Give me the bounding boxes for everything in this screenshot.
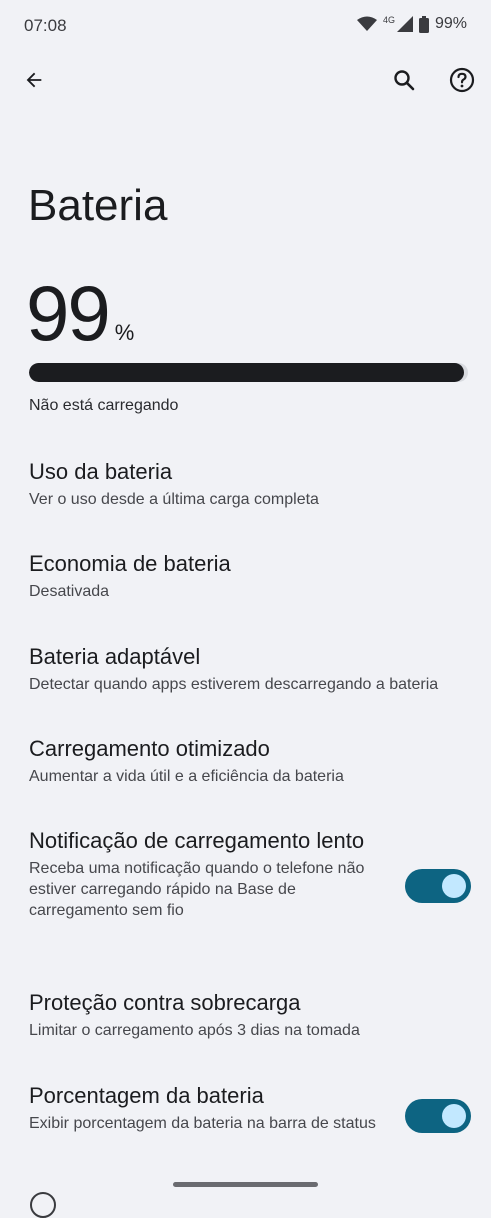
page-title: Bateria <box>28 181 168 230</box>
setting-battery-usage[interactable]: Uso da bateria Ver o uso desde a última … <box>29 457 471 510</box>
gesture-nav-handle[interactable] <box>173 1182 318 1187</box>
setting-title: Economia de bateria <box>29 551 231 576</box>
search-icon <box>392 68 416 97</box>
setting-overcharge-protection[interactable]: Proteção contra sobrecarga Limitar o car… <box>29 988 471 1041</box>
charge-status: Não está carregando <box>29 397 179 414</box>
battery-icon <box>418 15 429 33</box>
cell-signal-icon <box>396 16 413 32</box>
setting-subtitle: Ver o uso desde a última carga completa <box>29 491 319 508</box>
status-bar: 07:08 4G 99% <box>0 0 491 54</box>
help-icon <box>449 67 475 98</box>
battery-level-fill <box>29 363 464 382</box>
toggle-thumb <box>442 874 466 898</box>
setting-battery-saver[interactable]: Economia de bateria Desativada <box>29 549 471 602</box>
setting-title: Carregamento otimizado <box>29 736 270 761</box>
back-button[interactable] <box>12 60 56 104</box>
help-button[interactable] <box>440 60 484 104</box>
battery-percent-value: 99 <box>26 269 111 357</box>
setting-subtitle: Detectar quando apps estiverem descarreg… <box>29 676 439 693</box>
setting-title: Uso da bateria <box>29 459 173 484</box>
partial-info-icon <box>30 1192 56 1218</box>
setting-battery-percentage[interactable]: Porcentagem da bateria Exibir porcentage… <box>29 1081 471 1134</box>
status-time: 07:08 <box>24 16 67 35</box>
slow-charging-toggle[interactable] <box>405 869 471 903</box>
setting-title: Bateria adaptável <box>29 644 201 669</box>
battery-percentage: 99 % <box>26 274 134 352</box>
setting-subtitle: Aumentar a vida útil e a eficiência da b… <box>29 768 344 785</box>
setting-optimized-charging[interactable]: Carregamento otimizado Aumentar a vida ú… <box>29 734 471 787</box>
setting-subtitle: Exibir porcentagem da bateria na barra d… <box>29 1115 376 1132</box>
battery-percent-sign: % <box>114 320 135 345</box>
setting-subtitle: Limitar o carregamento após 3 dias na to… <box>29 1022 360 1039</box>
setting-adaptive-battery[interactable]: Bateria adaptável Detectar quando apps e… <box>29 642 471 695</box>
setting-slow-charging-notification[interactable]: Notificação de carregamento lento Receba… <box>29 826 471 921</box>
setting-title: Porcentagem da bateria <box>29 1083 264 1108</box>
top-app-bar <box>0 60 491 106</box>
wifi-icon <box>356 16 377 32</box>
status-icons: 4G 99% <box>356 15 467 33</box>
setting-title: Notificação de carregamento lento <box>29 828 365 853</box>
battery-percentage-toggle[interactable] <box>405 1099 471 1133</box>
search-button[interactable] <box>382 60 426 104</box>
battery-percent-text: 99% <box>434 15 467 32</box>
setting-subtitle: Desativada <box>29 583 110 600</box>
network-type-label: 4G <box>382 15 395 25</box>
toggle-thumb <box>442 1104 466 1128</box>
setting-title: Proteção contra sobrecarga <box>29 990 301 1015</box>
arrow-back-icon <box>23 69 45 96</box>
setting-subtitle: Receba uma notificação quando o telefone… <box>29 860 365 919</box>
battery-level-bar <box>29 363 468 382</box>
